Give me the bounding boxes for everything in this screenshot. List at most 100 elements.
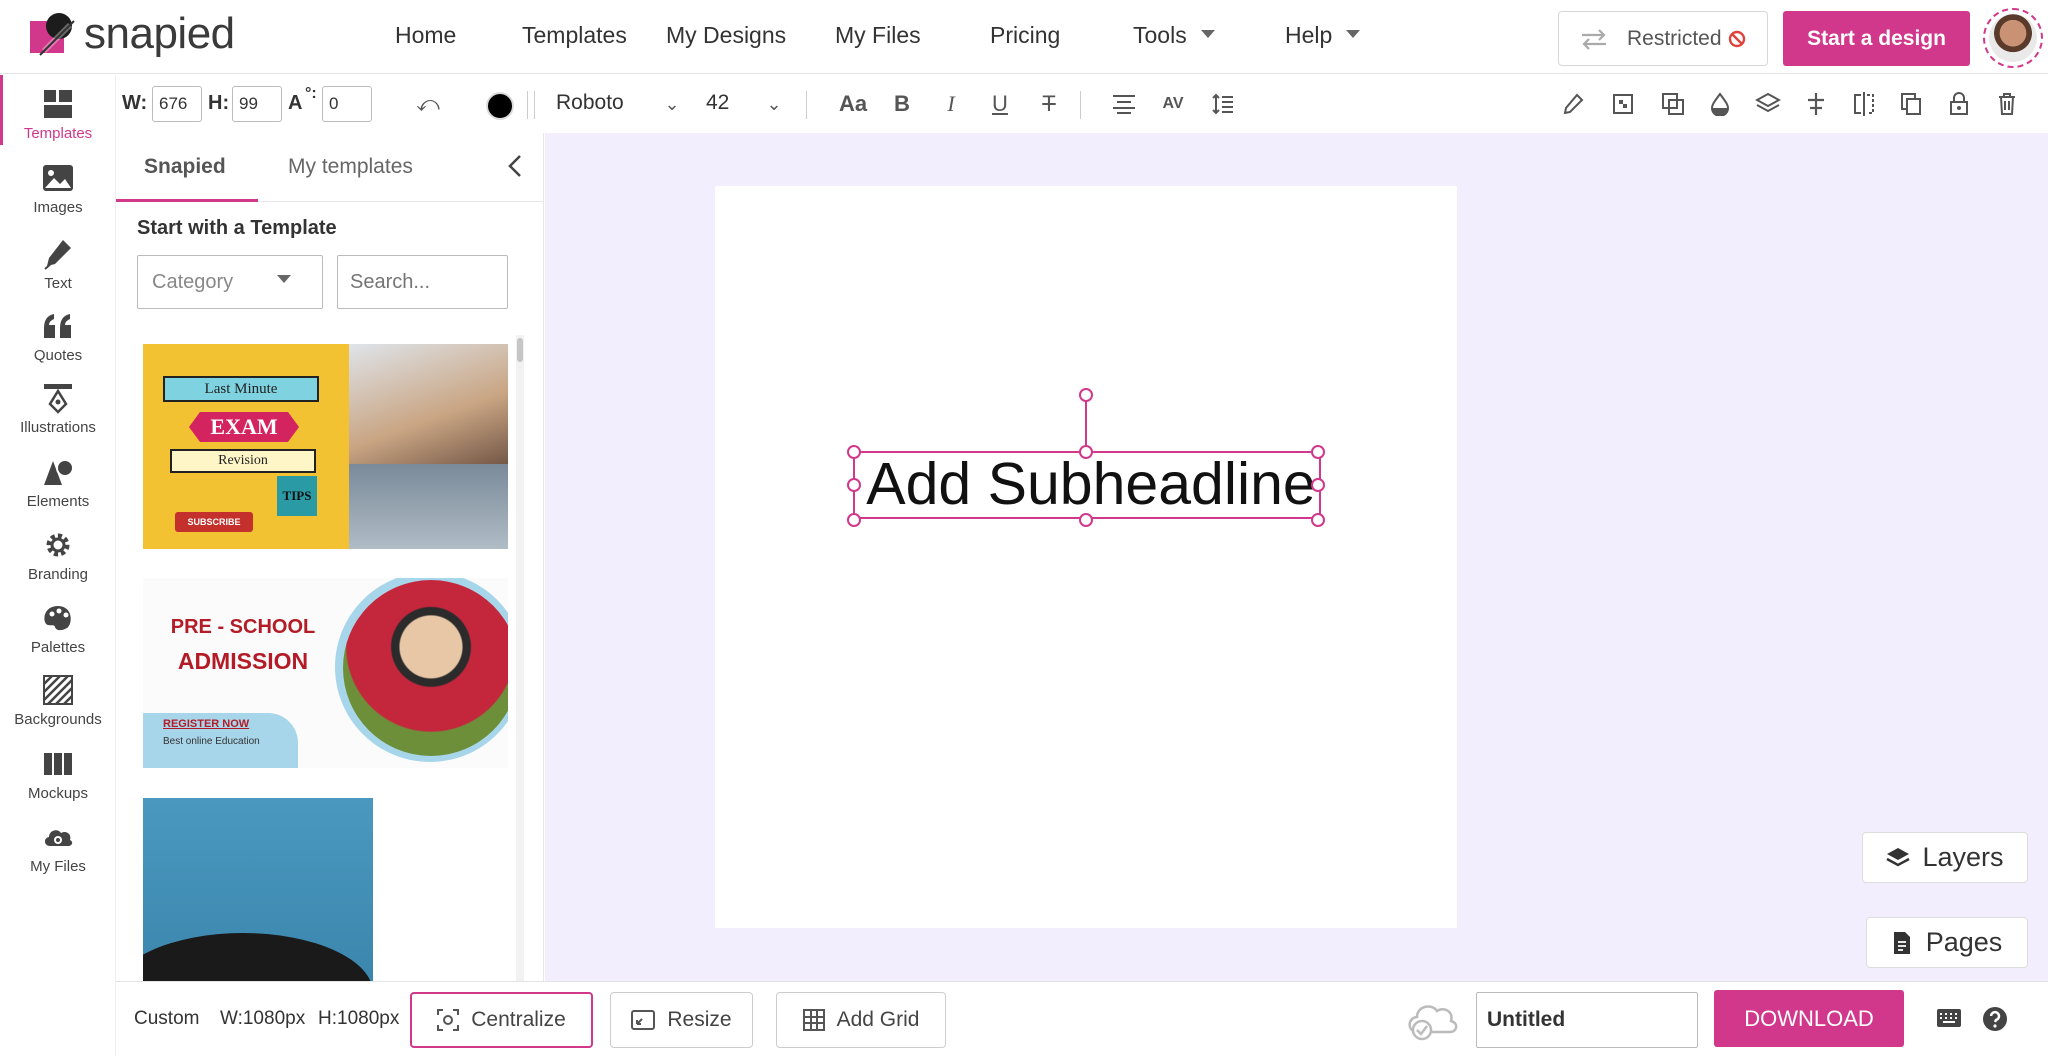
font-family-select[interactable]: Roboto (556, 91, 624, 115)
underline-icon[interactable]: U (985, 89, 1015, 119)
sidebar-item-templates[interactable]: Templates (0, 87, 116, 153)
category-select[interactable]: Category (137, 255, 323, 309)
images-icon (41, 161, 75, 195)
user-avatar[interactable] (1983, 8, 2043, 68)
sidebar-item-elements[interactable]: Elements (0, 455, 116, 521)
nav-tools[interactable]: Tools (1133, 22, 1215, 49)
cloud-saved-icon (1404, 996, 1462, 1049)
trash-icon[interactable] (1992, 89, 2022, 119)
help-icon[interactable] (1982, 1006, 2008, 1037)
nav-templates[interactable]: Templates (522, 22, 627, 49)
align-center-icon[interactable] (1109, 89, 1139, 119)
sidebar-label: Images (33, 199, 83, 216)
sidebar-item-backgrounds[interactable]: Backgrounds (0, 673, 116, 739)
canvas-text-subheadline[interactable]: Add Subheadline (861, 449, 1321, 519)
template-card-preschool[interactable]: PRE - SCHOOL ADMISSION REGISTER NOW Best… (143, 578, 508, 768)
templates-icon (41, 87, 75, 121)
collapse-panel-icon[interactable] (500, 151, 530, 181)
template-search-input[interactable] (337, 255, 508, 309)
eyedropper-icon[interactable] (1558, 89, 1588, 119)
grid-icon (802, 1009, 825, 1031)
width-input[interactable] (152, 86, 202, 122)
chevron-down-icon[interactable]: ⌄ (657, 89, 687, 119)
divider (527, 91, 528, 119)
template-text: EXAM (189, 412, 299, 442)
sidebar-item-images[interactable]: Images (0, 161, 116, 227)
chevron-down-icon[interactable]: ⌄ (759, 89, 789, 119)
copy-icon[interactable] (1896, 89, 1926, 119)
transparency-grid-icon[interactable] (1608, 89, 1638, 119)
template-card-photo[interactable] (143, 798, 373, 981)
resize-handle-top[interactable] (1079, 445, 1093, 459)
resize-button[interactable]: Resize (610, 992, 753, 1048)
nav-home[interactable]: Home (395, 22, 456, 49)
cloud-files-icon (41, 820, 75, 854)
lock-icon[interactable] (1944, 89, 1974, 119)
add-grid-button[interactable]: Add Grid (776, 992, 946, 1048)
text-color-swatch[interactable] (486, 92, 514, 120)
template-text: Best online Education (163, 736, 260, 747)
resize-handle-bottom-left[interactable] (847, 513, 861, 527)
panel-title: Start with a Template (137, 217, 337, 239)
canvas-preset-label: Custom (134, 1008, 200, 1029)
download-button[interactable]: DOWNLOAD (1714, 990, 1904, 1047)
sidebar-item-palettes[interactable]: Palettes (0, 601, 116, 667)
resize-handle-bottom[interactable] (1079, 513, 1093, 527)
category-select-label: Category (152, 270, 234, 293)
sidebar-item-mockups[interactable]: Mockups (0, 747, 116, 813)
height-label: H: (208, 92, 230, 114)
panel-scrollbar-thumb[interactable] (517, 338, 523, 362)
tab-my-templates[interactable]: My templates (288, 155, 413, 179)
resize-handle-left[interactable] (847, 478, 861, 492)
resize-handle-top-right[interactable] (1311, 445, 1325, 459)
avatar-photo (1989, 14, 2037, 62)
italic-icon[interactable]: I (936, 89, 966, 119)
tab-snapied[interactable]: Snapied (144, 155, 226, 179)
resize-handle-right[interactable] (1311, 478, 1325, 492)
panel-scrollbar[interactable] (516, 335, 524, 981)
font-size-select[interactable]: 42 (706, 91, 729, 115)
layers-stack-icon[interactable] (1753, 89, 1783, 119)
resize-handle-top-left[interactable] (847, 445, 861, 459)
sidebar-item-branding[interactable]: Branding (0, 528, 116, 594)
strikethrough-icon[interactable]: T (1034, 89, 1064, 119)
resize-handle-bottom-right[interactable] (1311, 513, 1325, 527)
start-design-button[interactable]: Start a design (1783, 11, 1970, 66)
height-input[interactable] (232, 86, 282, 122)
duplicate-layers-icon[interactable] (1658, 89, 1688, 119)
angle-input[interactable] (322, 86, 372, 122)
canvas-width-label: W:1080px (220, 1008, 306, 1029)
nav-my-files[interactable]: My Files (835, 22, 921, 49)
nav-pricing[interactable]: Pricing (990, 22, 1060, 49)
design-artboard[interactable] (715, 186, 1457, 928)
line-height-icon[interactable] (1208, 89, 1238, 119)
letter-spacing-icon[interactable]: AV (1158, 89, 1188, 119)
flip-horizontal-icon[interactable] (1849, 89, 1879, 119)
sidebar-item-my-files[interactable]: My Files (0, 820, 116, 886)
active-tab-indicator (116, 199, 258, 202)
align-middle-icon[interactable] (1801, 89, 1831, 119)
nav-my-designs[interactable]: My Designs (666, 22, 786, 49)
restricted-switch-button[interactable]: Restricted (1558, 11, 1768, 66)
keyboard-icon[interactable] (1936, 1008, 1962, 1033)
bold-icon[interactable]: B (887, 89, 917, 119)
add-grid-label: Add Grid (836, 1008, 920, 1031)
sidebar-item-quotes[interactable]: Quotes (0, 309, 116, 375)
sidebar-item-illustrations[interactable]: Illustrations (0, 381, 116, 447)
sidebar-item-text[interactable]: Text (0, 237, 116, 303)
chevron-down-icon (1200, 29, 1215, 38)
angle-degree-mark: °: (305, 85, 317, 102)
centralize-button[interactable]: Centralize (410, 992, 593, 1048)
design-name-input[interactable] (1476, 992, 1698, 1048)
template-card-exam-tips[interactable]: Last Minute EXAM Revision TIPS SUBSCRIBE (143, 344, 508, 549)
layers-button[interactable]: Layers (1862, 832, 2028, 883)
app-logo[interactable]: snapied (28, 8, 235, 60)
nav-help[interactable]: Help (1285, 22, 1361, 49)
text-case-icon[interactable]: Aa (834, 89, 872, 119)
rotate-handle[interactable] (1079, 388, 1093, 402)
opacity-drop-icon[interactable] (1705, 89, 1735, 119)
undo-icon[interactable]: ⤺ (413, 89, 443, 119)
sidebar-label: Quotes (33, 347, 83, 364)
template-photo-hair (143, 933, 373, 981)
pages-button[interactable]: Pages (1866, 917, 2028, 968)
